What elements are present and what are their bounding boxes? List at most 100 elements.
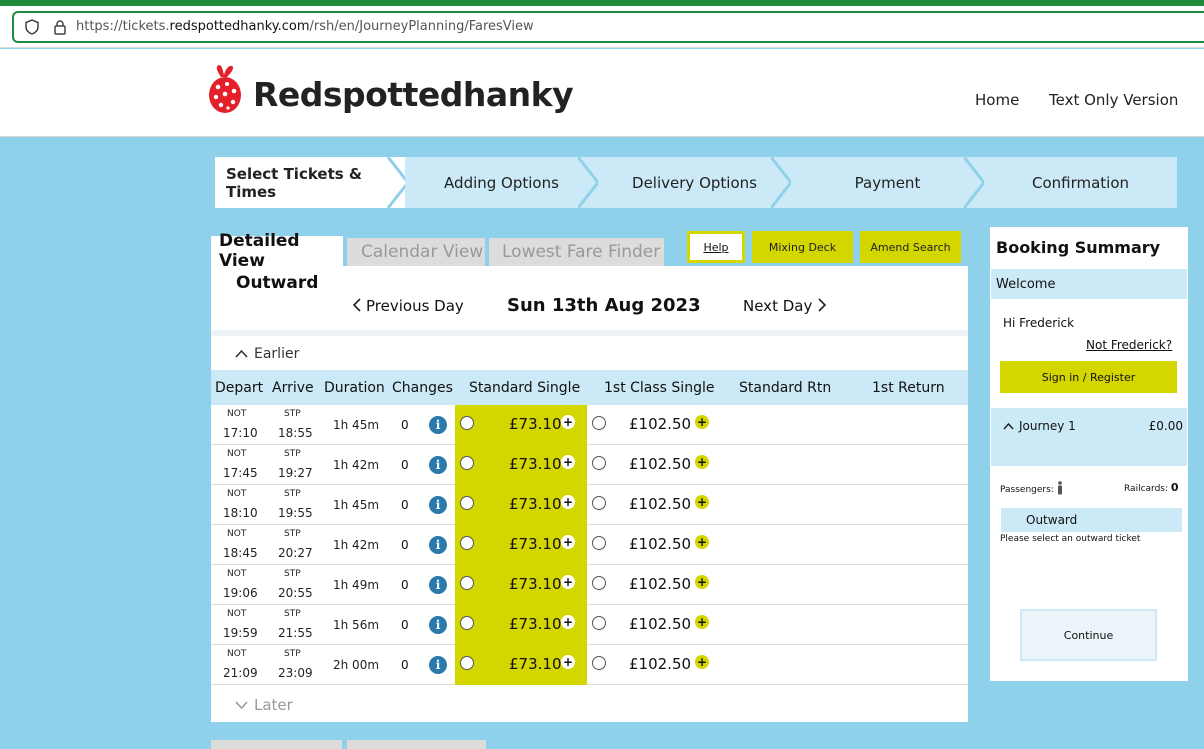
booking-summary-title: Booking Summary	[996, 238, 1161, 257]
plus-icon[interactable]: +	[561, 495, 575, 509]
url-prefix: https://tickets.	[76, 19, 170, 34]
info-icon[interactable]: i	[429, 456, 447, 474]
info-icon[interactable]: i	[429, 656, 447, 674]
later-trains-link[interactable]: Later	[235, 696, 293, 714]
arrive-station: STP	[284, 649, 301, 659]
depart-time: 19:59	[223, 626, 258, 640]
not-user-link[interactable]: Not Frederick?	[1086, 338, 1172, 352]
url-text[interactable]: https://tickets.redspottedhanky.com/rsh/…	[76, 19, 534, 34]
chevron-up-icon	[1003, 422, 1014, 430]
info-icon[interactable]: i	[429, 576, 447, 594]
plus-icon[interactable]: +	[695, 535, 709, 549]
logo-text[interactable]: Redspottedhanky	[253, 75, 574, 114]
standard-single-radio[interactable]	[460, 456, 474, 470]
plus-icon[interactable]: +	[561, 415, 575, 429]
previous-day-link[interactable]: Previous Day	[352, 297, 464, 315]
depart-station: NOT	[227, 649, 247, 659]
welcome-bar: Welcome	[991, 269, 1187, 299]
earlier-trains-link[interactable]: Earlier	[235, 346, 299, 362]
standard-single-radio[interactable]	[460, 656, 474, 670]
depart-station: NOT	[227, 569, 247, 579]
changes-count: 0	[401, 458, 409, 472]
journey-toggle[interactable]: Journey 1	[1003, 419, 1076, 433]
standard-single-radio[interactable]	[460, 536, 474, 550]
first-class-single-radio[interactable]	[592, 576, 606, 590]
section-divider	[211, 330, 968, 336]
first-class-single-radio[interactable]	[592, 616, 606, 630]
standard-single-radio[interactable]	[460, 416, 474, 430]
select-ticket-message: Please select an outward ticket	[1000, 534, 1141, 544]
tab-lowest-fare-finder[interactable]: Lowest Fare Finder	[489, 238, 664, 266]
first-class-single-price: £102.50	[629, 655, 692, 673]
duration: 2h 00m	[333, 658, 380, 672]
booking-summary-panel: Booking Summary Welcome Hi Frederick Not…	[990, 227, 1188, 681]
table-row: NOT 17:45 STP 19:27 1h 42m 0 i £73.10 + …	[211, 445, 968, 485]
railcards-label: Railcards:	[1124, 484, 1169, 494]
tab-calendar-view[interactable]: Calendar View	[347, 238, 485, 266]
plus-icon[interactable]: +	[695, 575, 709, 589]
next-day-link[interactable]: Next Day	[743, 297, 827, 315]
bottom-tab[interactable]	[347, 740, 486, 749]
first-class-single-price: £102.50	[629, 415, 692, 433]
col-first-class-single: 1st Class Single	[604, 379, 715, 396]
standard-single-radio[interactable]	[460, 616, 474, 630]
results-table-body: NOT 17:10 STP 18:55 1h 45m 0 i £73.10 + …	[211, 405, 968, 685]
duration: 1h 45m	[333, 418, 380, 432]
url-box[interactable]: https://tickets.redspottedhanky.com/rsh/…	[12, 11, 1204, 43]
info-icon[interactable]: i	[429, 496, 447, 514]
plus-icon[interactable]: +	[695, 455, 709, 469]
col-first-return: 1st Return	[872, 379, 945, 396]
railcards-info: Railcards: 0	[1124, 481, 1179, 494]
table-row: NOT 21:09 STP 23:09 2h 00m 0 i £73.10 + …	[211, 645, 968, 685]
first-class-single-radio[interactable]	[592, 536, 606, 550]
col-duration: Duration	[324, 379, 385, 396]
table-row: NOT 18:10 STP 19:55 1h 45m 0 i £73.10 + …	[211, 485, 968, 525]
first-class-single-radio[interactable]	[592, 416, 606, 430]
bottom-tab[interactable]	[211, 740, 342, 749]
info-icon[interactable]: i	[429, 536, 447, 554]
standard-single-price: £73.10	[509, 415, 562, 433]
plus-icon[interactable]: +	[561, 455, 575, 469]
changes-count: 0	[401, 578, 409, 592]
arrive-time: 20:27	[278, 546, 313, 560]
plus-icon[interactable]: +	[561, 535, 575, 549]
first-class-single-radio[interactable]	[592, 656, 606, 670]
continue-button[interactable]: Continue	[1020, 609, 1157, 661]
standard-single-radio[interactable]	[460, 576, 474, 590]
depart-time: 18:10	[223, 506, 258, 520]
hanky-logo-icon[interactable]	[207, 63, 243, 115]
standard-single-price: £73.10	[509, 535, 562, 553]
url-domain: redspottedhanky.com	[169, 19, 310, 34]
plus-icon[interactable]: +	[561, 575, 575, 589]
sign-in-register-button[interactable]: Sign in / Register	[1000, 361, 1177, 393]
first-class-single-radio[interactable]	[592, 496, 606, 510]
col-arrive: Arrive	[272, 379, 314, 396]
standard-single-radio[interactable]	[460, 496, 474, 510]
tab-detailed-view[interactable]: Detailed View	[211, 231, 343, 271]
earlier-label: Earlier	[254, 346, 300, 362]
plus-icon[interactable]: +	[695, 495, 709, 509]
nav-text-only-link[interactable]: Text Only Version	[1049, 91, 1178, 109]
depart-time: 21:09	[223, 666, 258, 680]
results-table-header: Depart Arrive Duration Changes Standard …	[211, 370, 968, 405]
lock-icon[interactable]	[52, 19, 68, 35]
arrive-station: STP	[284, 409, 301, 419]
info-icon[interactable]: i	[429, 616, 447, 634]
shield-icon[interactable]	[24, 19, 40, 35]
plus-icon[interactable]: +	[695, 655, 709, 669]
arrive-time: 19:27	[278, 466, 313, 480]
amend-search-button[interactable]: Amend Search	[860, 231, 961, 263]
plus-icon[interactable]: +	[561, 655, 575, 669]
mixing-deck-button[interactable]: Mixing Deck	[752, 231, 853, 263]
plus-icon[interactable]: +	[561, 615, 575, 629]
depart-time: 19:06	[223, 586, 258, 600]
first-class-single-radio[interactable]	[592, 456, 606, 470]
url-path: /rsh/en/JourneyPlanning/FaresView	[309, 19, 534, 34]
plus-icon[interactable]: +	[695, 615, 709, 629]
plus-icon[interactable]: +	[695, 415, 709, 429]
help-button[interactable]: Help	[687, 231, 745, 263]
nav-home-link[interactable]: Home	[975, 91, 1019, 109]
info-icon[interactable]: i	[429, 416, 447, 434]
changes-count: 0	[401, 418, 409, 432]
depart-station: NOT	[227, 449, 247, 459]
